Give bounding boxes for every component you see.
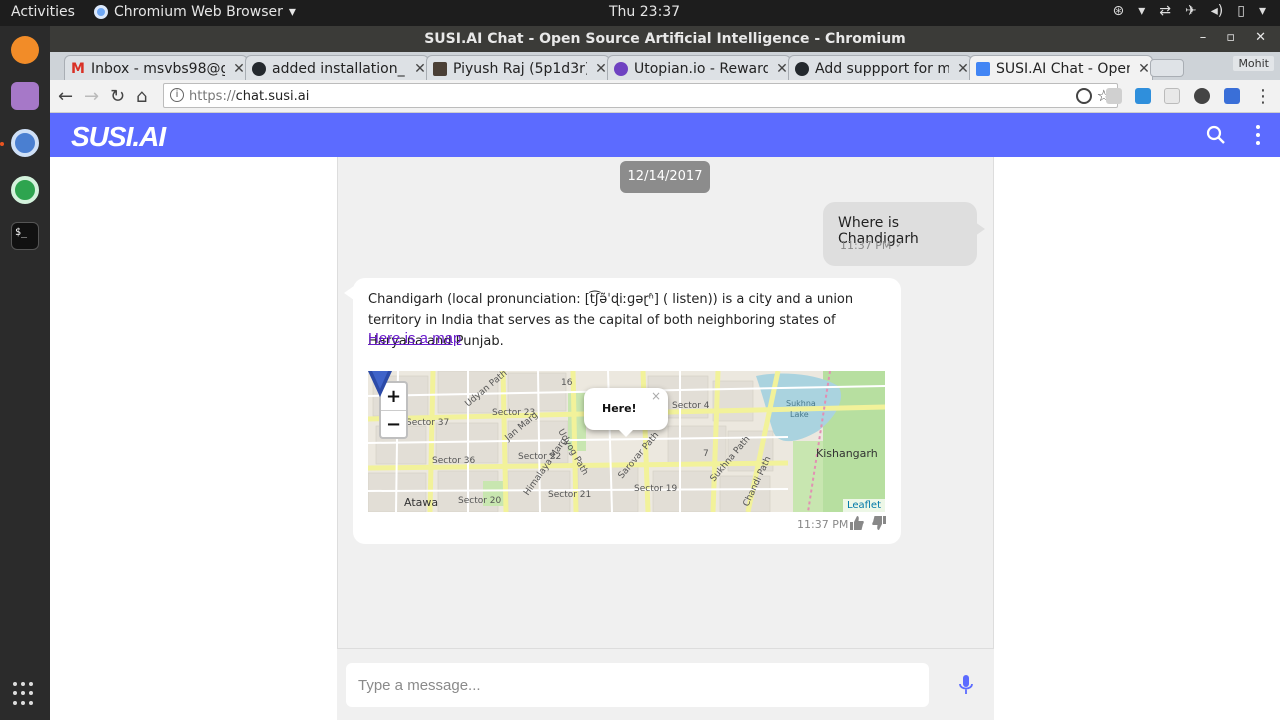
chromium-icon bbox=[94, 5, 108, 19]
tab-github-support[interactable]: Add suppport for m ✕ bbox=[788, 55, 972, 81]
tab-title: Inbox - msvbs98@g bbox=[91, 60, 225, 77]
extension-icon[interactable] bbox=[1194, 88, 1210, 104]
window-titlebar: SUSI.AI Chat - Open Source Artificial In… bbox=[50, 26, 1280, 52]
chromium-icon[interactable] bbox=[11, 129, 39, 157]
browser-toolbar: ← → ↻ ⌂ i https://chat.susi.ai ☆ ⋮ bbox=[50, 80, 1280, 113]
susi-icon bbox=[976, 61, 990, 76]
speed-icon[interactable] bbox=[1076, 88, 1092, 104]
map-label: 7 bbox=[703, 449, 709, 459]
map-label: Sector 20 bbox=[458, 496, 502, 506]
gnome-top-bar: Activities Chromium Web Browser ▾ Thu 23… bbox=[0, 0, 1280, 26]
chrome-icon[interactable] bbox=[11, 176, 39, 204]
app-header: SUSI.AI bbox=[50, 113, 1280, 157]
files-icon[interactable] bbox=[11, 82, 39, 110]
maximize-icon[interactable]: ▫ bbox=[1226, 30, 1235, 45]
map-label: Sector 37 bbox=[406, 418, 449, 428]
user-message-bubble: Where is Chandigarh 11:37 PM ✓ bbox=[823, 202, 985, 266]
close-icon[interactable]: × bbox=[651, 389, 661, 403]
tab-title: added installation_ bbox=[272, 60, 405, 77]
info-icon[interactable]: i bbox=[170, 88, 184, 102]
popup-text: Here! bbox=[602, 402, 637, 415]
running-indicator bbox=[0, 142, 4, 146]
show-applications-icon[interactable] bbox=[13, 682, 37, 706]
chevron-down-icon: ▾ bbox=[1138, 3, 1146, 19]
app-menu[interactable]: Chromium Web Browser ▾ bbox=[94, 4, 296, 20]
message-time: 11:37 PM bbox=[840, 239, 892, 252]
map-link[interactable]: Here is a map bbox=[368, 330, 461, 347]
accessibility-icon[interactable]: ⊛ bbox=[1113, 3, 1125, 19]
susi-message-bubble: Chandigarh (local pronunciation: [t͡ʃə̃ˈ… bbox=[344, 278, 901, 544]
message-time: 11:37 PM bbox=[797, 518, 849, 531]
url-text[interactable]: https://chat.susi.ai bbox=[189, 89, 309, 104]
tab-susi-chat[interactable]: SUSI.AI Chat - Open ✕ bbox=[969, 55, 1153, 81]
tab-strip: M Inbox - msvbs98@g ✕ added installation… bbox=[50, 52, 1280, 81]
search-icon[interactable] bbox=[1206, 125, 1226, 145]
minimize-icon[interactable]: – bbox=[1200, 30, 1207, 45]
map-marker-icon[interactable] bbox=[368, 371, 392, 397]
more-options-icon[interactable] bbox=[1254, 125, 1262, 145]
chevron-down-icon: ▾ bbox=[288, 4, 296, 20]
check-icon: ✓ bbox=[895, 238, 905, 251]
map-label: Sector 4 bbox=[672, 401, 710, 411]
airplane-icon[interactable]: ✈ bbox=[1185, 3, 1197, 19]
github-icon bbox=[795, 61, 809, 76]
map-label: Sukhna bbox=[786, 399, 816, 408]
profile-button[interactable]: Mohit bbox=[1233, 56, 1274, 71]
extension-icon[interactable] bbox=[1135, 88, 1151, 104]
tab-title: SUSI.AI Chat - Open bbox=[996, 60, 1130, 77]
close-icon[interactable]: ✕ bbox=[1255, 30, 1266, 45]
github-icon bbox=[252, 61, 266, 76]
thumbs-up-icon[interactable] bbox=[850, 516, 864, 530]
new-tab-button[interactable] bbox=[1150, 59, 1184, 77]
map-label: Lake bbox=[790, 410, 809, 419]
tab-steemit[interactable]: Piyush Raj (5p1d3r) ✕ bbox=[426, 55, 610, 81]
date-chip: 12/14/2017 bbox=[620, 161, 710, 193]
shield-icon[interactable] bbox=[1106, 88, 1122, 104]
map-label: Sector 36 bbox=[432, 456, 476, 466]
reload-icon[interactable]: ↻ bbox=[110, 86, 125, 107]
extension-icon[interactable] bbox=[1224, 88, 1240, 104]
map-label: 16 bbox=[561, 378, 573, 388]
extension-icon[interactable] bbox=[1164, 88, 1180, 104]
firefox-icon[interactable] bbox=[11, 36, 39, 64]
map-view[interactable]: 16 Sector 4 7 Sukhna Lake Kishangarh Sec… bbox=[368, 371, 885, 512]
map-label: Sector 19 bbox=[634, 484, 678, 494]
zoom-out-button[interactable]: − bbox=[381, 410, 406, 437]
map-label: Kishangarh bbox=[816, 447, 878, 460]
gmail-icon: M bbox=[71, 60, 85, 77]
tab-title: Add suppport for m bbox=[815, 60, 949, 77]
tab-utopian[interactable]: Utopian.io - Reward ✕ bbox=[607, 55, 791, 81]
microphone-icon[interactable] bbox=[957, 675, 975, 695]
network-icon[interactable]: ⇄ bbox=[1159, 3, 1171, 19]
thumbs-down-icon[interactable] bbox=[872, 516, 886, 530]
address-bar[interactable]: i https://chat.susi.ai ☆ bbox=[163, 83, 1118, 108]
map-label: Sector 21 bbox=[548, 490, 591, 500]
map-popup: Here! × bbox=[584, 388, 668, 437]
message-input[interactable] bbox=[346, 663, 929, 707]
battery-icon[interactable]: ▯ bbox=[1237, 3, 1245, 19]
tab-gmail[interactable]: M Inbox - msvbs98@g ✕ bbox=[64, 55, 248, 81]
clock[interactable]: Thu 23:37 bbox=[609, 4, 680, 20]
steemit-icon bbox=[433, 61, 447, 76]
tab-title: Utopian.io - Reward bbox=[634, 60, 768, 77]
chevron-down-icon: ▾ bbox=[1258, 3, 1266, 19]
map-label: Atawa bbox=[404, 496, 438, 509]
tab-title: Piyush Raj (5p1d3r) bbox=[453, 60, 587, 77]
home-icon[interactable]: ⌂ bbox=[136, 86, 147, 107]
system-tray[interactable]: ⊛ ▾ ⇄ ✈ ◂) ▯ ▾ bbox=[1113, 3, 1266, 19]
leaflet-attribution-link[interactable]: Leaflet bbox=[842, 499, 885, 512]
tab-github-installation[interactable]: added installation_ ✕ bbox=[245, 55, 429, 81]
back-icon[interactable]: ← bbox=[58, 86, 73, 107]
terminal-icon[interactable]: $_ bbox=[11, 222, 39, 250]
susi-logo[interactable]: SUSI.AI bbox=[71, 121, 166, 153]
volume-icon[interactable]: ◂) bbox=[1211, 3, 1224, 19]
activities-button[interactable]: Activities bbox=[11, 4, 75, 20]
browser-menu-icon[interactable]: ⋮ bbox=[1254, 86, 1272, 107]
app-menu-label: Chromium Web Browser bbox=[114, 4, 283, 20]
utopian-icon bbox=[614, 61, 628, 76]
forward-icon[interactable]: → bbox=[84, 86, 99, 107]
launcher-dock: $_ bbox=[0, 26, 50, 720]
window-title: SUSI.AI Chat - Open Source Artificial In… bbox=[424, 31, 906, 47]
